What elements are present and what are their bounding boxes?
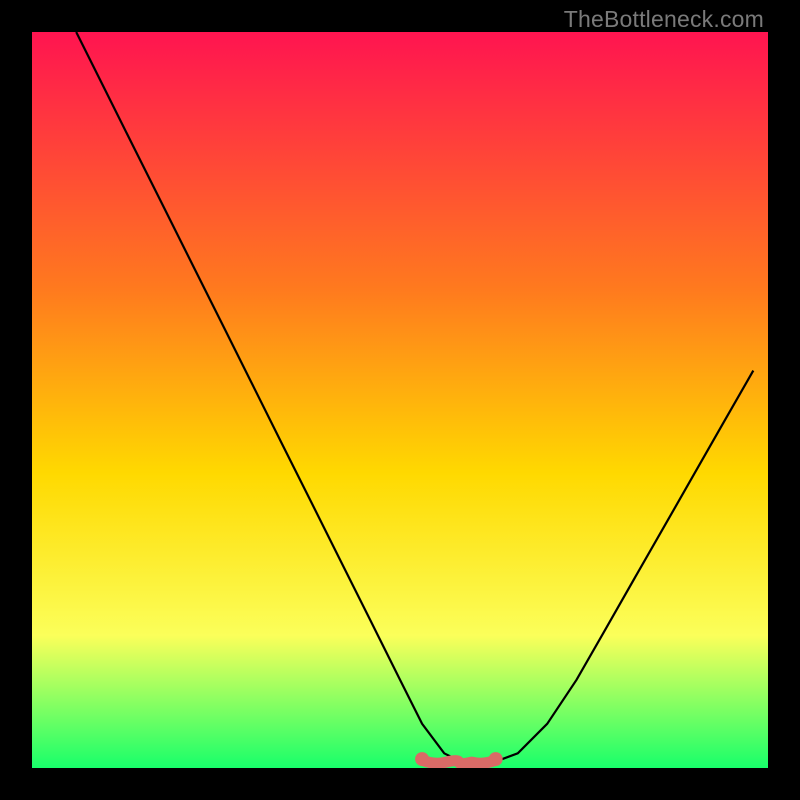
flat-region-dot-left — [415, 752, 429, 766]
watermark-text: TheBottleneck.com — [564, 6, 764, 33]
chart-svg — [32, 32, 768, 768]
flat-region-marker — [422, 760, 496, 764]
chart-frame — [32, 32, 768, 768]
gradient-bg — [32, 32, 768, 768]
flat-region-dot-right — [489, 752, 503, 766]
